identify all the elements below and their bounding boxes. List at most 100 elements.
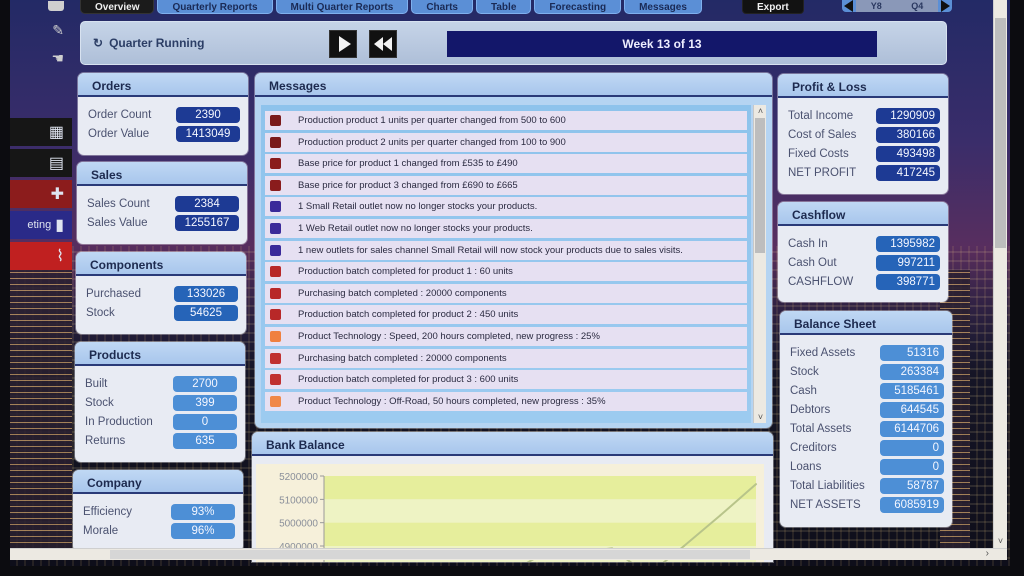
message-text: Purchasing batch completed : 20000 compo… xyxy=(298,352,507,364)
row-value: 0 xyxy=(880,458,944,475)
page-scroll-thumb[interactable] xyxy=(995,18,1006,248)
launcher-item[interactable]: ⌇ xyxy=(10,242,72,270)
products-title: Products xyxy=(75,342,245,366)
scroll-down-icon[interactable]: ˅ xyxy=(754,411,767,423)
row-value: 0 xyxy=(880,439,944,456)
message-item[interactable]: Product Technology : Off-Road, 50 hours … xyxy=(265,391,747,411)
tab-multi-quarter-reports[interactable]: Multi Quarter Reports xyxy=(275,0,409,14)
row-value: 635 xyxy=(173,432,237,449)
page-hscroll-thumb[interactable] xyxy=(110,550,750,559)
messages-scroll-thumb[interactable] xyxy=(755,118,765,253)
launcher-edit[interactable]: ✎ xyxy=(10,16,72,44)
row-value: 6085919 xyxy=(880,496,944,513)
message-text: Production product 1 units per quarter c… xyxy=(298,115,566,126)
tab-forecasting[interactable]: Forecasting xyxy=(534,0,622,14)
orders-row: Order Count 2390 xyxy=(88,105,240,124)
balance-sheet-row: Creditors 0 xyxy=(790,438,944,457)
message-category-icon xyxy=(270,201,281,213)
row-value: 997211 xyxy=(876,254,940,271)
export-button[interactable]: Export xyxy=(742,0,804,14)
message-item[interactable]: Production product 1 units per quarter c… xyxy=(265,111,747,130)
message-item[interactable]: 1 new outlets for sales channel Small Re… xyxy=(265,240,747,260)
simulation-control-bar: ↻ Quarter Running Week 13 of 13 xyxy=(80,21,947,65)
square-icon[interactable] xyxy=(48,1,64,11)
row-label: NET ASSETS xyxy=(790,498,861,511)
products-row: Stock 399 xyxy=(85,393,237,412)
row-label: Loans xyxy=(790,460,822,473)
message-text: 1 Small Retail outlet now no longer stoc… xyxy=(298,201,538,213)
launcher-item[interactable]: eting ▮ xyxy=(10,211,72,239)
message-item[interactable]: Base price for product 3 changed from £6… xyxy=(265,175,747,195)
buildings-icon: ▦ xyxy=(48,124,64,141)
sales-title: Sales xyxy=(77,162,247,186)
message-text: Product Technology : Off-Road, 50 hours … xyxy=(298,395,606,407)
play-button[interactable] xyxy=(329,30,357,58)
previous-period-arrow-icon[interactable] xyxy=(844,0,853,12)
y-tick-label: 5200000 xyxy=(279,472,318,483)
message-category-icon xyxy=(270,222,281,234)
message-text: 1 Web Retail outlet now no longer stocks… xyxy=(298,222,533,234)
launcher-item-label: eting xyxy=(27,219,52,231)
row-label: Cash Out xyxy=(788,256,837,269)
scroll-up-icon[interactable]: ˄ xyxy=(754,105,767,117)
message-item[interactable]: Production product 2 units per quarter c… xyxy=(265,132,747,152)
row-value: 133026 xyxy=(174,285,238,302)
rewind-button[interactable] xyxy=(369,30,397,58)
company-panel: Company Efficiency 93% Morale 96% xyxy=(73,470,243,552)
scroll-right-icon[interactable]: › xyxy=(986,548,989,559)
message-item[interactable]: 1 Web Retail outlet now no longer stocks… xyxy=(265,218,747,238)
row-label: CASHFLOW xyxy=(788,275,854,288)
scroll-down-icon[interactable]: ˅ xyxy=(994,536,1007,546)
row-label: Cost of Sales xyxy=(788,128,857,141)
launcher-item[interactable]: ▦ xyxy=(10,118,72,146)
period-selector: Y8 Q4 xyxy=(842,0,952,12)
page-horizontal-scrollbar[interactable]: › xyxy=(10,548,1007,560)
message-item[interactable]: Purchasing batch completed : 20000 compo… xyxy=(265,283,747,303)
bank-balance-point xyxy=(719,514,721,517)
products-panel: Products Built 2700 Stock 399 In Production 0… xyxy=(75,342,245,462)
cashflow-row: Cash Out 997211 xyxy=(788,253,940,272)
sales-row: Sales Count 2384 xyxy=(87,194,239,213)
tab-overview[interactable]: Overview xyxy=(80,0,155,14)
row-label: Creditors xyxy=(790,441,837,454)
row-label: Morale xyxy=(83,524,119,537)
profit-loss-row: Total Income 1290909 xyxy=(788,106,940,125)
messages-scrollbar[interactable]: ˄ ˅ xyxy=(753,105,766,423)
tab-quarterly-reports[interactable]: Quarterly Reports xyxy=(157,0,273,14)
message-item[interactable]: Production batch completed for product 1… xyxy=(265,262,747,282)
message-item[interactable]: Purchasing batch completed : 20000 compo… xyxy=(265,348,747,368)
bar-chart-icon: ▮ xyxy=(55,217,64,234)
row-label: Fixed Assets xyxy=(790,346,856,359)
message-category-icon xyxy=(270,374,281,386)
message-item[interactable]: Production batch completed for product 2… xyxy=(265,305,747,325)
message-category-icon xyxy=(270,395,281,407)
next-period-arrow-icon[interactable] xyxy=(941,0,950,12)
message-item[interactable]: 1 Small Retail outlet now no longer stoc… xyxy=(265,197,747,217)
message-item[interactable]: Product Technology : Speed, 200 hours co… xyxy=(265,326,747,346)
row-value: 1255167 xyxy=(175,214,239,231)
row-label: Cash xyxy=(790,384,817,397)
profit-loss-title: Profit & Loss xyxy=(778,74,948,98)
launcher-item[interactable]: ▤ xyxy=(10,149,72,177)
medical-cross-icon: ✚ xyxy=(50,186,64,203)
message-item[interactable]: Base price for product 1 changed from £5… xyxy=(265,154,747,174)
page-vertical-scrollbar[interactable]: ˅ xyxy=(993,0,1007,560)
tab-charts[interactable]: Charts xyxy=(411,0,473,14)
row-value: 2384 xyxy=(175,195,239,212)
components-panel: Components Purchased 133026 Stock 54625 xyxy=(76,252,246,334)
period-quarter: Q4 xyxy=(911,1,924,11)
y-tick-label: 5100000 xyxy=(279,495,318,506)
row-value: 5185461 xyxy=(880,382,944,399)
launcher-hand[interactable]: ☚ xyxy=(10,44,72,72)
tab-messages[interactable]: Messages xyxy=(624,0,702,14)
row-value: 398771 xyxy=(876,273,940,290)
tab-table[interactable]: Table xyxy=(476,0,532,14)
products-row: Built 2700 xyxy=(85,374,237,393)
messages-list: Production product 1 units per quarter c… xyxy=(261,105,751,423)
bank-balance-panel: Bank Balance 520000051000005000000490000… xyxy=(252,432,773,562)
company-title: Company xyxy=(73,470,243,494)
launcher-item[interactable]: ✚ xyxy=(10,180,72,208)
message-item[interactable]: Production batch completed for product 3… xyxy=(265,370,747,390)
balance-sheet-row: Loans 0 xyxy=(790,457,944,476)
running-icon: ↻ xyxy=(93,36,104,50)
